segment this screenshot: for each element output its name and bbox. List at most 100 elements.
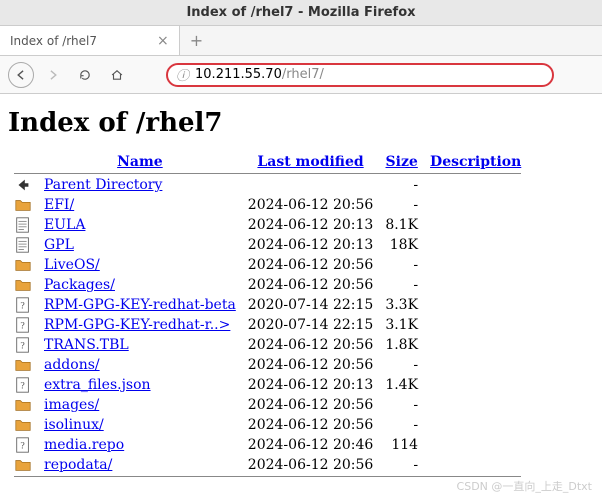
file-desc xyxy=(424,335,527,355)
table-row: images/2024-06-12 20:56- xyxy=(8,395,527,415)
file-link[interactable]: RPM-GPG-KEY-redhat-r..> xyxy=(44,317,230,333)
url-path: /rhel7/ xyxy=(282,67,324,82)
file-size: 18K xyxy=(379,235,424,255)
file-modified: 2020-07-14 22:15 xyxy=(242,315,380,335)
table-row: TRANS.TBL 2024-06-12 20:561.8K xyxy=(8,335,527,355)
unknown-icon xyxy=(14,316,32,334)
file-size: - xyxy=(379,415,424,435)
file-desc xyxy=(424,235,527,255)
col-name[interactable]: Name xyxy=(117,154,163,170)
new-tab-button[interactable]: + xyxy=(180,31,213,50)
file-modified: 2020-07-14 22:15 xyxy=(242,295,380,315)
file-desc xyxy=(424,355,527,375)
file-size: - xyxy=(379,355,424,375)
file-link[interactable]: repodata/ xyxy=(44,457,112,473)
file-desc xyxy=(424,255,527,275)
file-size: 1.4K xyxy=(379,375,424,395)
file-size: - xyxy=(379,275,424,295)
file-link[interactable]: LiveOS/ xyxy=(44,257,100,273)
file-modified: 2024-06-12 20:56 xyxy=(242,275,380,295)
tab-title: Index of /rhel7 xyxy=(10,34,97,48)
file-size: - xyxy=(379,175,424,195)
file-size: - xyxy=(379,195,424,215)
file-desc xyxy=(424,455,527,475)
file-desc xyxy=(424,375,527,395)
nav-toolbar: ⓘ 10.211.55.70/rhel7/ xyxy=(0,56,602,94)
table-row: GPL 2024-06-12 20:1318K xyxy=(8,235,527,255)
file-link[interactable]: RPM-GPG-KEY-redhat-beta xyxy=(44,297,236,313)
folder-icon xyxy=(14,356,32,374)
file-link[interactable]: GPL xyxy=(44,237,74,253)
file-size: 1.8K xyxy=(379,335,424,355)
table-row: repodata/2024-06-12 20:56- xyxy=(8,455,527,475)
watermark: CSDN @一直向_上走_Dtxt xyxy=(457,478,592,494)
file-desc xyxy=(424,295,527,315)
text-icon xyxy=(14,236,32,254)
folder-icon xyxy=(14,276,32,294)
table-row: EFI/2024-06-12 20:56- xyxy=(8,195,527,215)
file-desc xyxy=(424,175,527,195)
file-desc xyxy=(424,395,527,415)
table-row: isolinux/2024-06-12 20:56- xyxy=(8,415,527,435)
file-modified: 2024-06-12 20:13 xyxy=(242,375,380,395)
col-modified[interactable]: Last modified xyxy=(257,154,363,170)
home-button[interactable] xyxy=(104,62,130,88)
file-link[interactable]: Parent Directory xyxy=(44,177,162,193)
file-link[interactable]: images/ xyxy=(44,397,99,413)
address-bar[interactable]: ⓘ 10.211.55.70/rhel7/ xyxy=(166,63,554,87)
file-link[interactable]: extra_files.json xyxy=(44,377,151,393)
file-size: - xyxy=(379,455,424,475)
file-modified xyxy=(242,175,380,195)
reload-button[interactable] xyxy=(72,62,98,88)
tab-active[interactable]: Index of /rhel7 × xyxy=(0,26,180,55)
footer-divider xyxy=(14,476,521,477)
folder-icon xyxy=(14,256,32,274)
file-size: 8.1K xyxy=(379,215,424,235)
file-desc xyxy=(424,195,527,215)
file-link[interactable]: EFI/ xyxy=(44,197,74,213)
table-row: extra_files.json 2024-06-12 20:131.4K xyxy=(8,375,527,395)
file-link[interactable]: EULA xyxy=(44,217,85,233)
file-size: - xyxy=(379,395,424,415)
file-link[interactable]: addons/ xyxy=(44,357,100,373)
file-desc xyxy=(424,275,527,295)
file-modified: 2024-06-12 20:56 xyxy=(242,255,380,275)
directory-listing: Name Last modified Size Description Pare… xyxy=(8,152,527,478)
folder-icon xyxy=(14,456,32,474)
col-desc[interactable]: Description xyxy=(430,154,521,170)
forward-button[interactable] xyxy=(40,62,66,88)
file-link[interactable]: TRANS.TBL xyxy=(44,337,129,353)
file-modified: 2024-06-12 20:56 xyxy=(242,455,380,475)
text-icon xyxy=(14,216,32,234)
file-modified: 2024-06-12 20:13 xyxy=(242,235,380,255)
col-size[interactable]: Size xyxy=(386,154,418,170)
file-link[interactable]: isolinux/ xyxy=(44,417,104,433)
folder-icon xyxy=(14,196,32,214)
file-size: 3.1K xyxy=(379,315,424,335)
file-desc xyxy=(424,415,527,435)
site-info-icon[interactable]: ⓘ xyxy=(176,65,189,84)
unknown-icon xyxy=(14,336,32,354)
window-title: Index of /rhel7 - Mozilla Firefox xyxy=(0,0,602,26)
file-desc xyxy=(424,315,527,335)
file-modified: 2024-06-12 20:56 xyxy=(242,415,380,435)
unknown-icon xyxy=(14,436,32,454)
back-icon xyxy=(14,176,32,194)
table-row: RPM-GPG-KEY-redhat-beta 2020-07-14 22:153… xyxy=(8,295,527,315)
file-modified: 2024-06-12 20:56 xyxy=(242,195,380,215)
unknown-icon xyxy=(14,296,32,314)
file-size: 3.3K xyxy=(379,295,424,315)
back-button[interactable] xyxy=(8,62,34,88)
url-host: 10.211.55.70 xyxy=(195,67,282,82)
table-row: Parent Directory - xyxy=(8,175,527,195)
unknown-icon xyxy=(14,376,32,394)
file-link[interactable]: media.repo xyxy=(44,437,124,453)
file-modified: 2024-06-12 20:56 xyxy=(242,335,380,355)
file-modified: 2024-06-12 20:13 xyxy=(242,215,380,235)
page-content: Index of /rhel7 Name Last modified Size … xyxy=(0,94,602,488)
file-link[interactable]: Packages/ xyxy=(44,277,115,293)
close-tab-icon[interactable]: × xyxy=(157,33,169,49)
file-desc xyxy=(424,215,527,235)
file-modified: 2024-06-12 20:46 xyxy=(242,435,380,455)
table-row: addons/2024-06-12 20:56- xyxy=(8,355,527,375)
